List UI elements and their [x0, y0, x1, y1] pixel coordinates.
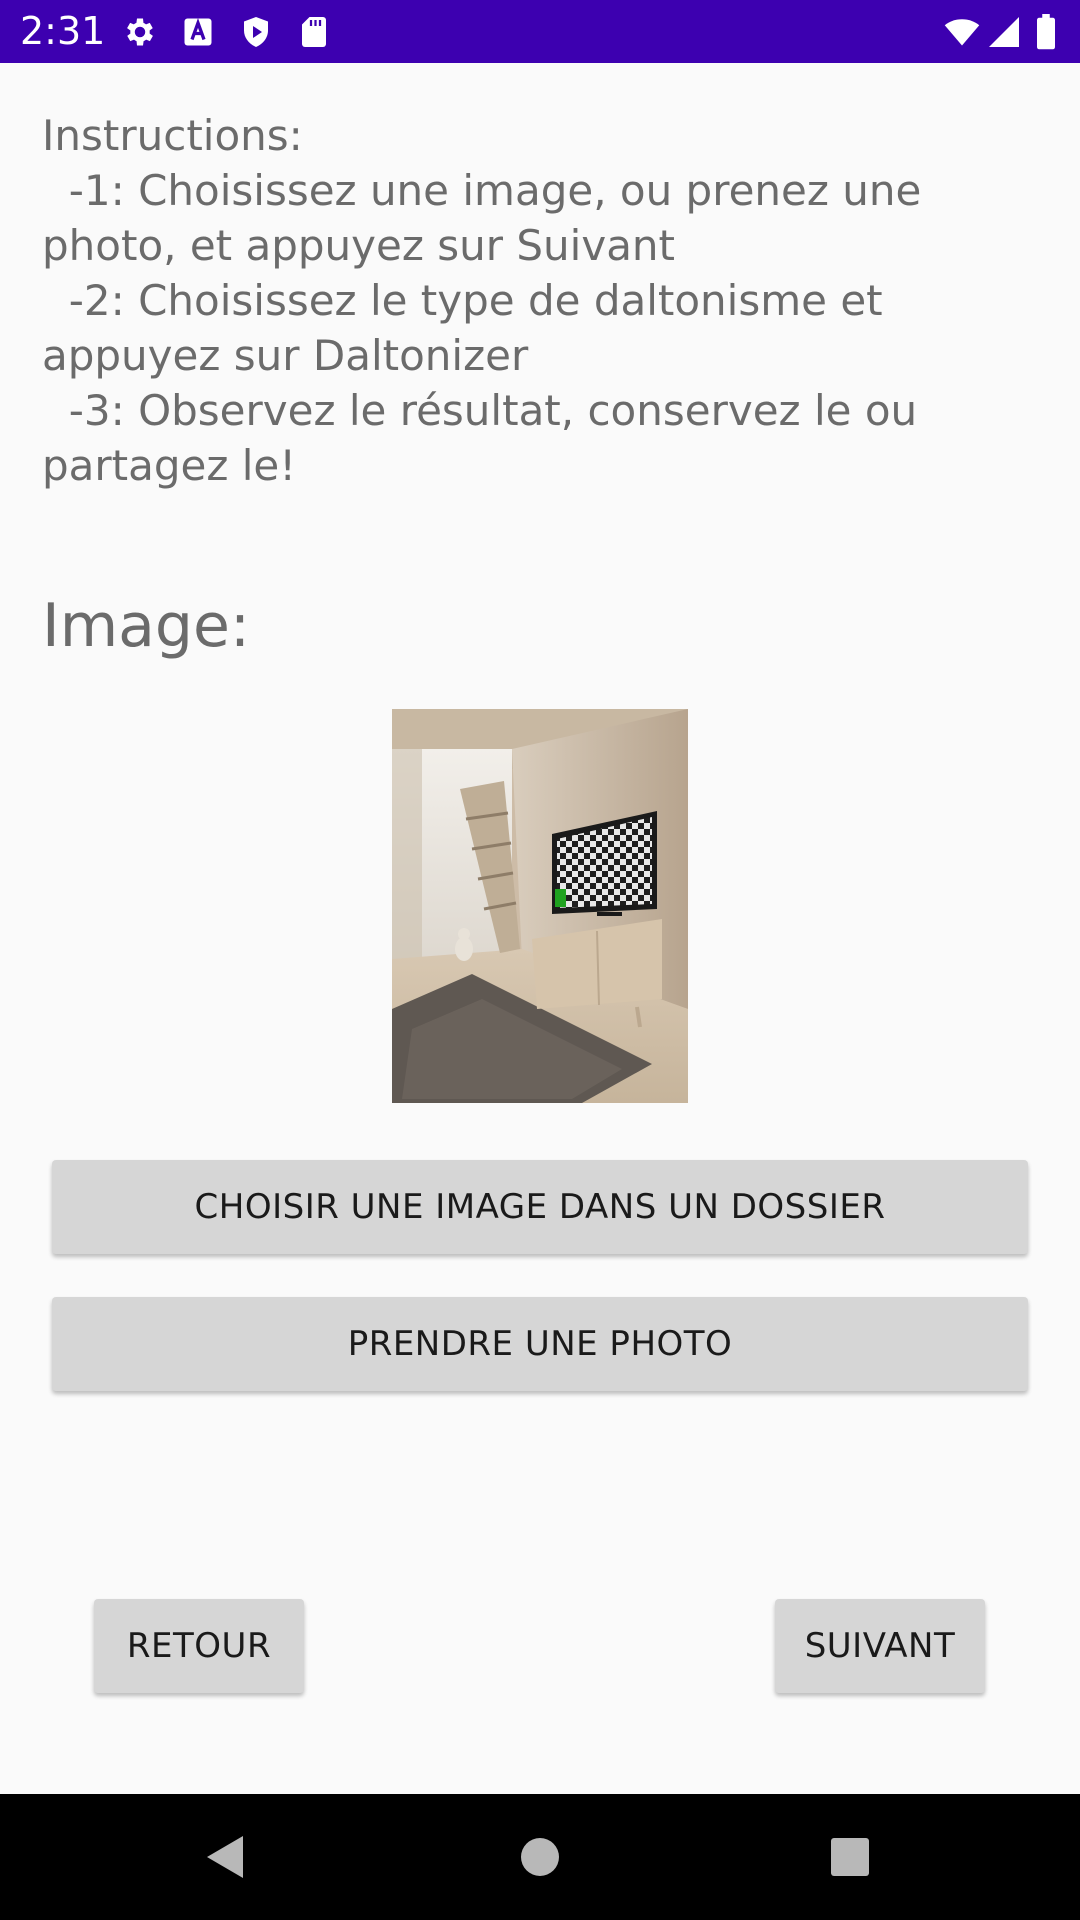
status-bar: 2:31	[0, 0, 1080, 63]
sd-card-icon	[302, 17, 326, 47]
back-triangle-icon[interactable]	[203, 1834, 249, 1880]
battery-icon	[1037, 14, 1055, 50]
recents-square-icon[interactable]	[830, 1837, 870, 1877]
navigation-bar	[0, 1794, 1080, 1920]
back-button[interactable]: RETOUR	[94, 1599, 304, 1693]
signal-icon	[989, 17, 1019, 47]
choose-image-folder-button[interactable]: CHOISIR UNE IMAGE DANS UN DOSSIER	[52, 1160, 1028, 1254]
text-icon	[184, 18, 212, 46]
take-photo-button[interactable]: PRENDRE UNE PHOTO	[52, 1297, 1028, 1391]
home-circle-icon[interactable]	[519, 1836, 561, 1878]
shield-play-icon	[244, 17, 268, 47]
status-time: 2:31	[20, 9, 106, 53]
gear-icon	[127, 18, 153, 46]
image-heading: Image:	[42, 591, 251, 661]
room-photo	[392, 709, 688, 1103]
preview-image	[392, 709, 688, 1103]
next-button[interactable]: SUIVANT	[775, 1599, 985, 1693]
wifi-icon	[944, 19, 980, 46]
instructions-text: Instructions: -1: Choisissez une image, …	[42, 111, 922, 490]
